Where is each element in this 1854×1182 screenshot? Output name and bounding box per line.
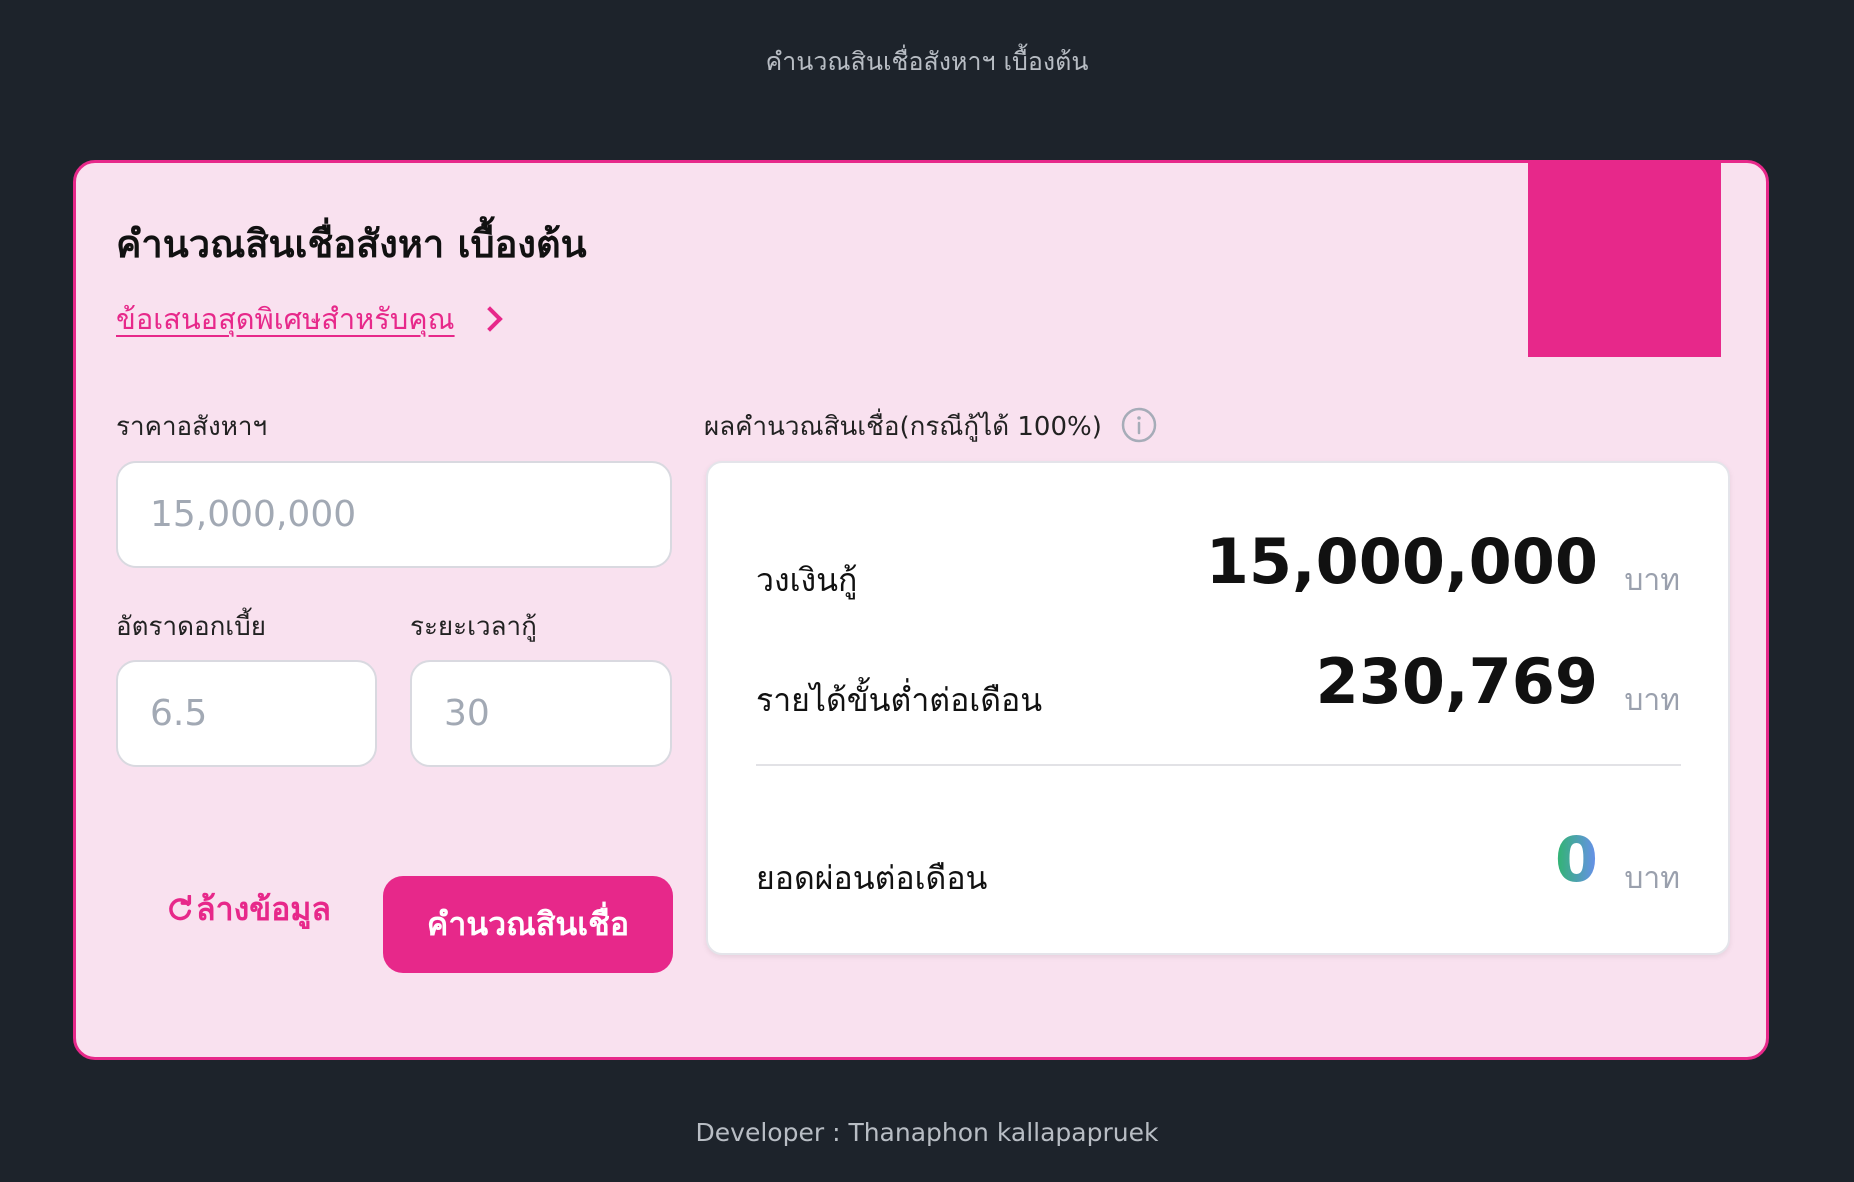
loan-amount-unit: บาท: [1624, 563, 1680, 598]
promo-link-label: ข้อเสนอสุดพิเศษสำหรับคุณ: [116, 302, 455, 336]
monthly-payment-value: 0: [1554, 823, 1598, 896]
reset-button[interactable]: ล้างข้อมูล: [166, 879, 331, 939]
calculate-button[interactable]: คำนวณสินเชื่อ: [383, 876, 673, 973]
monthly-payment-unit: บาท: [1624, 861, 1680, 896]
footer-credit: Developer : Thanaphon kallapapruek: [695, 1118, 1159, 1147]
result-divider: [756, 764, 1681, 766]
page-heading: คำนวณสินเชื่อสังหาฯ เบื้องต้น: [765, 47, 1089, 76]
result-panel: วงเงินกู้ 15,000,000 บาท รายได้ขั้นต่ำต่…: [706, 461, 1730, 955]
min-income-unit: บาท: [1624, 683, 1680, 718]
card-title: คำนวณสินเชื่อสังหา เบื้องต้น: [116, 222, 587, 266]
loan-amount-label: วงเงินกู้: [756, 561, 858, 599]
min-income-label: รายได้ขั้นต่ำต่อเดือน: [756, 681, 1043, 719]
interest-rate-label: อัตราดอกเบี้ย: [116, 612, 266, 642]
refresh-icon: [169, 895, 192, 921]
monthly-payment-label: ยอดผ่อนต่อเดือน: [756, 859, 988, 897]
promo-link[interactable]: ข้อเสนอสุดพิเศษสำหรับคุณ: [116, 296, 503, 342]
chevron-right-icon: [476, 306, 503, 332]
loan-term-label: ระยะเวลากู้: [410, 612, 537, 642]
price-input[interactable]: [116, 461, 672, 568]
price-label: ราคาอสังหาฯ: [116, 412, 268, 442]
calculator-card: คำนวณสินเชื่อสังหา เบื้องต้น ข้อเสนอสุดพ…: [73, 160, 1769, 1060]
corner-accent-block: [1528, 163, 1721, 357]
info-icon[interactable]: [1120, 406, 1158, 444]
min-income-value: 230,769: [1315, 645, 1598, 718]
result-header: ผลคำนวณสินเชื่อ(กรณีกู้ได้ 100%): [704, 412, 1102, 442]
loan-term-input[interactable]: [410, 660, 672, 767]
interest-rate-input[interactable]: [116, 660, 377, 767]
loan-amount-value: 15,000,000: [1205, 525, 1598, 598]
reset-button-label: ล้างข้อมูล: [196, 889, 331, 928]
